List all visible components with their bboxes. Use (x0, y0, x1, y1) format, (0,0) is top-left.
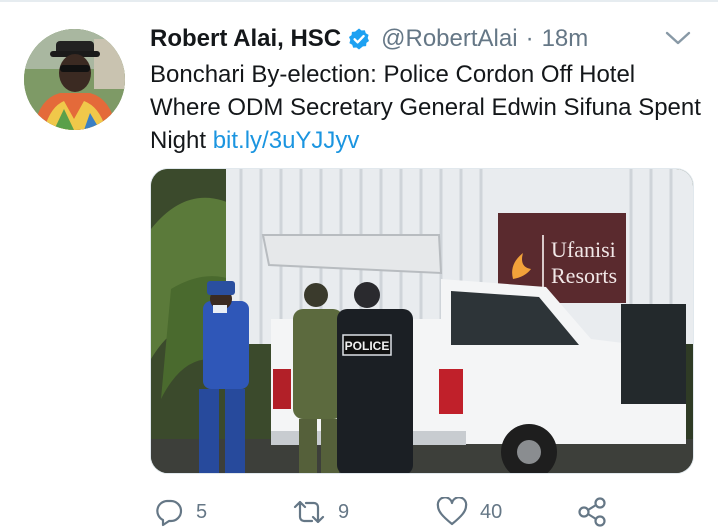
reply-icon (156, 499, 183, 527)
reply-button[interactable]: 5 (154, 494, 207, 530)
tweet-link[interactable]: bit.ly/3uYJJyv (213, 127, 360, 154)
reply-count: 5 (196, 500, 208, 523)
retweet-button[interactable]: 9 (292, 494, 349, 530)
verified-badge-icon (347, 27, 371, 51)
like-button[interactable]: 40 (436, 494, 502, 530)
retweet-count: 9 (338, 500, 350, 523)
avatar[interactable] (24, 29, 125, 130)
avatar-photo (24, 29, 125, 130)
share-button[interactable] (576, 494, 608, 530)
sign-text-2: Resorts (551, 263, 617, 288)
top-divider (0, 0, 718, 2)
tweet-text: Bonchari By-election: Police Cordon Off … (150, 58, 710, 157)
tweet-timestamp[interactable]: 18m (542, 25, 589, 53)
header-separator: · (525, 25, 534, 52)
retweet-icon (293, 500, 325, 524)
author-display-name[interactable]: Robert Alai, HSC (150, 25, 341, 53)
chevron-down-icon[interactable] (664, 28, 692, 48)
like-count: 40 (480, 500, 503, 523)
media-photo: Ufanisi Resorts POLICE (151, 169, 693, 473)
share-icon (578, 497, 606, 527)
author-handle[interactable]: @RobertAlai (381, 25, 517, 53)
police-vest-text: POLICE (345, 339, 390, 353)
sign-text-1: Ufanisi (551, 237, 616, 262)
tweet-media-image[interactable]: Ufanisi Resorts POLICE (150, 168, 694, 474)
tweet-actions: 5 9 40 (150, 494, 718, 530)
heart-icon (436, 497, 468, 526)
tweet-header: Robert Alai, HSC @RobertAlai · 18m (150, 22, 588, 56)
